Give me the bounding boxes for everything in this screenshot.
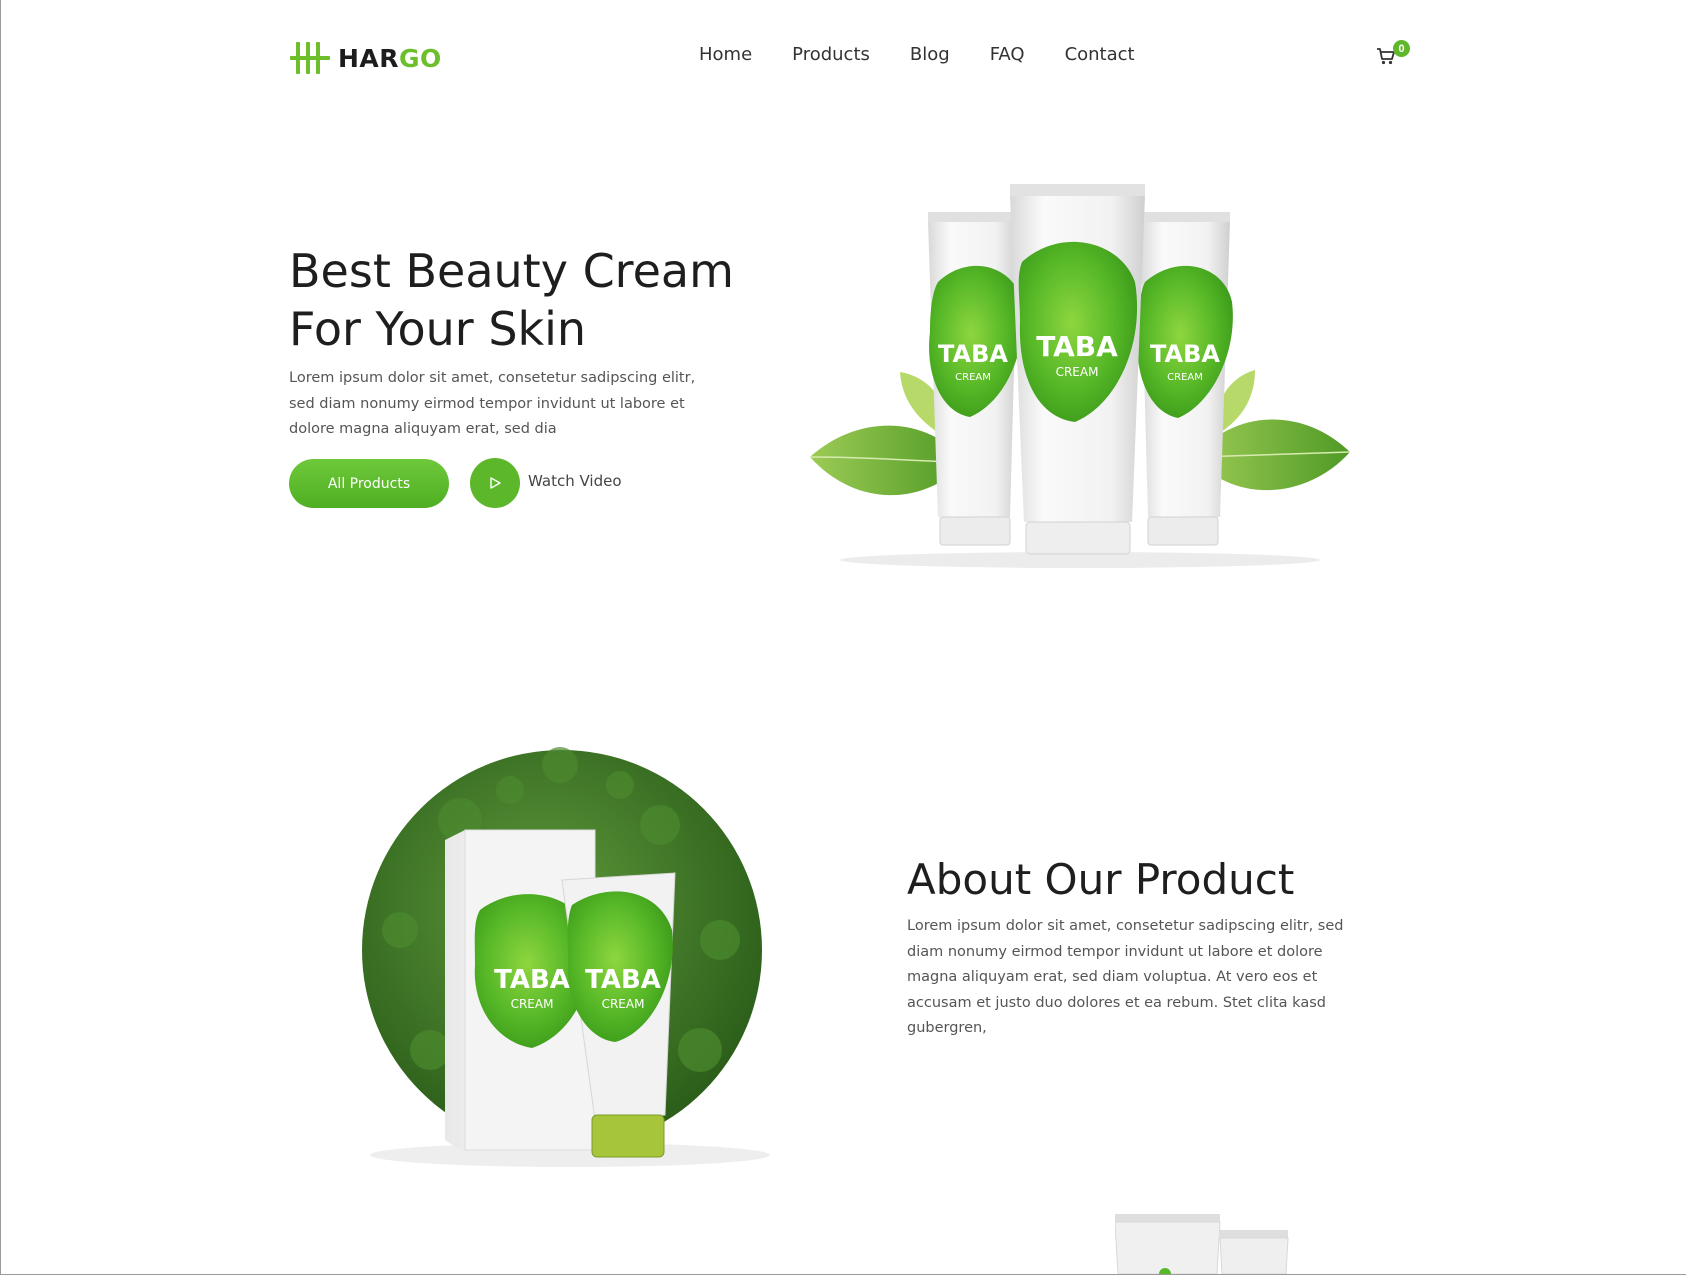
- tube-type-label: CREAM: [1056, 365, 1099, 379]
- logo-text: HARGO: [338, 43, 442, 73]
- next-section-product-image: [1115, 1214, 1289, 1274]
- box-type-label: CREAM: [511, 997, 554, 1011]
- play-icon: [490, 477, 501, 489]
- logo-mark-icon: [290, 42, 330, 74]
- about-description: Lorem ipsum dolor sit amet, consetetur s…: [907, 918, 1344, 1036]
- tube-type-label: CREAM: [955, 372, 991, 383]
- tube-brand-label: TABA: [1036, 330, 1118, 363]
- watch-video-label[interactable]: Watch Video: [528, 472, 622, 490]
- box-brand-label: TABA: [494, 965, 570, 995]
- tube-brand-label: TABA: [1150, 340, 1220, 368]
- about-product-image: TABA CREAM TABA CREAM: [340, 730, 780, 1175]
- cart-count-badge: 0: [1393, 40, 1410, 57]
- main-nav: Home Products Blog FAQ Contact: [699, 44, 1135, 65]
- nav-blog[interactable]: Blog: [910, 44, 950, 65]
- nav-contact[interactable]: Contact: [1065, 44, 1135, 65]
- nav-home[interactable]: Home: [699, 44, 752, 65]
- hero-description: Lorem ipsum dolor sit amet, consetetur s…: [289, 370, 696, 437]
- tube-type-label: CREAM: [1167, 372, 1203, 383]
- tube-brand-label: TABA: [585, 965, 661, 995]
- about-title: About Our Product: [907, 855, 1295, 904]
- watch-video-button[interactable]: [470, 458, 520, 508]
- page-left-border: [0, 0, 1, 1275]
- hero-title-line1: Best Beauty Cream: [289, 244, 734, 298]
- hero-product-image: TABA CREAM TABA CREAM TABA CREAM: [809, 184, 1351, 568]
- tube-type-label: CREAM: [602, 997, 645, 1011]
- logo[interactable]: HARGO: [290, 38, 442, 78]
- nav-faq[interactable]: FAQ: [990, 44, 1025, 65]
- hero-title-line2: For Your Skin: [289, 302, 587, 356]
- hero-title: Best Beauty Cream For Your Skin: [289, 242, 769, 358]
- nav-products[interactable]: Products: [792, 44, 870, 65]
- tube-brand-label: TABA: [938, 340, 1008, 368]
- all-products-button[interactable]: All Products: [289, 459, 449, 508]
